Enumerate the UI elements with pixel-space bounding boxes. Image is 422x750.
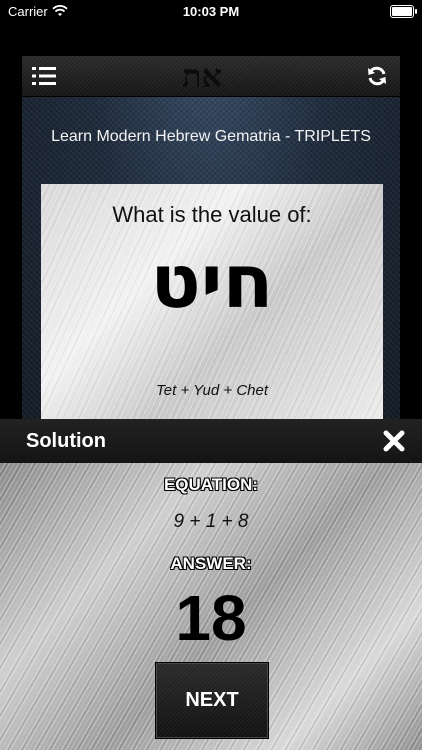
battery-icon [390,5,417,18]
letter-names: Tet + Yud + Chet [155,382,269,399]
app-title: Learn Modern Hebrew Gematria - TRIPLETS [51,128,371,145]
close-icon[interactable] [382,429,406,453]
answer-value: 18 [175,582,247,654]
solution-panel: EQUATION: 9 + 1 + 8 ANSWER: 18 NEXT [0,463,422,750]
question-prompt: What is the value of: [112,202,312,227]
app-logo: את [182,57,223,95]
menu-icon[interactable] [32,65,56,87]
equation-label: EQUATION: [163,475,259,494]
clock: 10:03 PM [182,4,240,19]
next-button[interactable]: NEXT [155,662,269,739]
answer-label: ANSWER: [170,554,252,573]
next-button-label: NEXT [185,689,239,711]
hebrew-word: חיט [150,239,274,325]
solution-header: Solution [0,419,422,463]
top-toolbar: את [22,56,400,97]
question-card: What is the value of: חיט Tet + Yud + Ch… [41,184,383,420]
refresh-icon[interactable] [366,65,388,87]
status-bar: Carrier 10:03 PM [0,0,422,24]
solution-title: Solution [26,430,106,452]
equation-value: 9 + 1 + 8 [173,511,249,532]
